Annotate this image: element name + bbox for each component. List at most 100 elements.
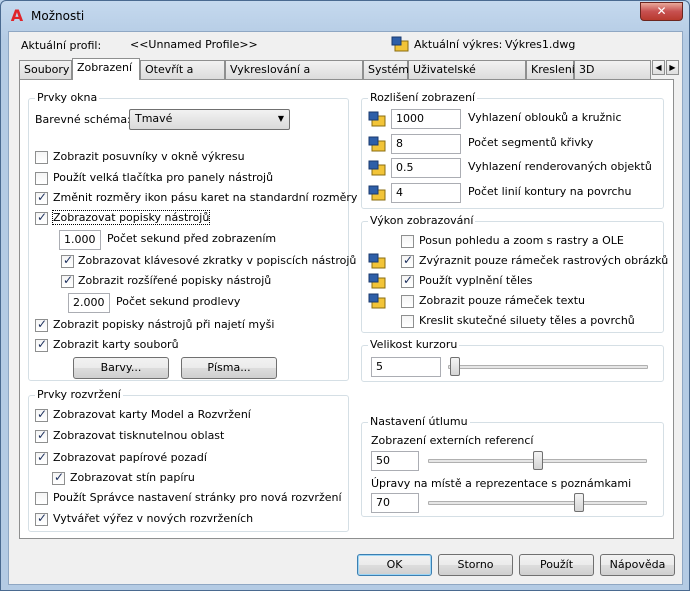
show-scrollbars-checkbox[interactable] <box>35 151 48 164</box>
xref-fade-slider-thumb[interactable] <box>532 451 543 470</box>
annotation-fade-slider-track[interactable] <box>428 501 647 505</box>
color-scheme-label: Barevné schéma: <box>35 113 131 126</box>
paper-shadow-checkbox[interactable] <box>52 470 65 485</box>
solid-fill-label[interactable]: Použít vyplnění těles <box>419 274 533 287</box>
help-button[interactable]: Nápověda <box>600 554 675 576</box>
ok-button[interactable]: OK <box>357 554 432 576</box>
highlight-raster-frame-label[interactable]: Zvýraznit pouze rámeček rastrových obráz… <box>419 254 668 267</box>
annotation-fade-input[interactable]: 70 <box>371 493 419 513</box>
tab-system[interactable]: Systém <box>363 60 409 79</box>
tab-files[interactable]: Soubory <box>19 60 72 79</box>
drawing-setting-icon <box>368 253 386 269</box>
shortcut-keys-in-tooltips-label[interactable]: Zobrazovat klávesové zkratky v popiscích… <box>78 254 356 267</box>
chevron-down-icon: ▼ <box>277 114 284 123</box>
current-profile-label: Aktuální profil: <box>21 39 102 52</box>
paper-shadow-label[interactable]: Zobrazovat stín papíru <box>70 471 195 484</box>
xref-fade-label: Zobrazení externích referencí <box>371 434 534 447</box>
current-drawing-value: Výkres1.dwg <box>505 38 576 51</box>
extended-tooltip-delay-label: Počet sekund prodlevy <box>116 295 241 308</box>
true-silhouettes-label[interactable]: Kreslit skutečné siluety těles a povrchů <box>419 314 635 327</box>
display-resolution-title: Rozlišení zobrazení <box>368 91 478 104</box>
text-boundary-frame-checkbox[interactable] <box>401 295 414 308</box>
solid-fill-checkbox[interactable] <box>401 273 414 288</box>
tab-3d-modeling[interactable]: 3D modelování <box>574 60 651 79</box>
options-dialog: A Možnosti ✕ Aktuální profil: <<Unnamed … <box>0 0 690 591</box>
xref-fade-input[interactable]: 50 <box>371 451 419 471</box>
tab-open-save[interactable]: Otevřít a uložit <box>140 60 225 93</box>
tab-plot-publish[interactable]: Vykreslování a publikování <box>225 60 363 93</box>
drawing-file-icon <box>391 36 409 52</box>
tooltip-delay-input[interactable]: 1.000 <box>59 230 101 250</box>
display-tab-panel: Prvky okna Barevné schéma: Tmavé ▼ Zobra… <box>19 79 674 539</box>
crosshair-size-input[interactable]: 5 <box>371 357 441 377</box>
close-button[interactable]: ✕ <box>640 2 683 21</box>
page-setup-manager-label[interactable]: Použít Správce nastavení stránky pro nov… <box>53 491 342 504</box>
layout-elements-group: Prvky rozvržení Zobrazovat karty Model a… <box>28 388 349 532</box>
polyline-segments-input[interactable]: 8 <box>391 134 461 154</box>
large-toolbar-buttons-label[interactable]: Použít velká tlačítka pro panely nástroj… <box>53 171 273 184</box>
create-viewport-label[interactable]: Vytvářet výřez v nových rozvrženích <box>53 512 253 525</box>
title-bar[interactable]: A Možnosti ✕ <box>1 1 689 31</box>
rollover-tooltips-checkbox[interactable] <box>35 317 48 332</box>
tab-scroll-left-icon[interactable]: ◀ <box>652 60 665 75</box>
printable-area-checkbox[interactable] <box>35 428 48 443</box>
pan-zoom-raster-checkbox[interactable] <box>401 235 414 248</box>
crosshair-size-title: Velikost kurzoru <box>368 338 460 351</box>
extended-tooltips-checkbox[interactable] <box>61 273 74 288</box>
rendered-smoothness-input[interactable]: 0.5 <box>391 158 461 178</box>
large-toolbar-buttons-checkbox[interactable] <box>35 172 48 185</box>
file-tabs-checkbox[interactable] <box>35 337 48 352</box>
resize-ribbon-icons-label[interactable]: Změnit rozměry ikon pásu karet na standa… <box>53 191 357 204</box>
drawing-setting-icon <box>368 111 386 127</box>
crosshair-size-group: Velikost kurzoru 5 <box>361 338 664 382</box>
annotation-fade-label: Úpravy na místě a reprezentace s poznámk… <box>371 477 632 490</box>
color-scheme-select[interactable]: Tmavé ▼ <box>129 109 290 130</box>
contour-lines-input[interactable]: 4 <box>391 183 461 203</box>
tab-display[interactable]: Zobrazení <box>72 58 140 80</box>
crosshair-size-slider-track[interactable] <box>448 365 648 369</box>
show-tooltips-checkbox[interactable] <box>35 210 48 225</box>
dialog-client-area: Aktuální profil: <<Unnamed Profile>> Akt… <box>8 31 683 585</box>
arc-smoothness-input[interactable]: 1000 <box>391 109 461 129</box>
window-elements-group: Prvky okna Barevné schéma: Tmavé ▼ Zobra… <box>28 91 357 381</box>
fade-control-title: Nastavení útlumu <box>368 415 470 428</box>
pan-zoom-raster-label[interactable]: Posun pohledu a zoom s rastry a OLE <box>419 234 624 247</box>
cancel-button[interactable]: Storno <box>438 554 513 576</box>
paper-background-label[interactable]: Zobrazovat papírové pozadí <box>53 451 207 464</box>
file-tabs-label[interactable]: Zobrazit karty souborů <box>53 338 179 351</box>
highlight-raster-frame-checkbox[interactable] <box>401 253 414 268</box>
rendered-smoothness-label: Vyhlazení renderovaných objektů <box>468 160 652 173</box>
tooltip-delay-label: Počet sekund před zobrazením <box>107 232 277 245</box>
apply-button[interactable]: Použít <box>519 554 594 576</box>
tab-drafting[interactable]: Kreslení <box>526 60 575 79</box>
show-tooltips-label[interactable]: Zobrazovat popisky nástrojů <box>51 210 211 225</box>
create-viewport-checkbox[interactable] <box>35 511 48 526</box>
rollover-tooltips-label[interactable]: Zobrazit popisky nástrojů při najetí myš… <box>53 318 274 331</box>
contour-lines-label: Počet linií kontury na povrchu <box>468 185 632 198</box>
model-layout-tabs-checkbox[interactable] <box>35 407 48 422</box>
printable-area-label[interactable]: Zobrazovat tisknutelnou oblast <box>53 429 224 442</box>
text-boundary-frame-label[interactable]: Zobrazit pouze rámeček textu <box>419 294 585 307</box>
page-setup-manager-checkbox[interactable] <box>35 492 48 505</box>
drawing-setting-icon <box>368 136 386 152</box>
tab-scroll-right-icon[interactable]: ▶ <box>666 60 679 75</box>
model-layout-tabs-label[interactable]: Zobrazovat karty Model a Rozvržení <box>53 408 251 421</box>
colors-button[interactable]: Barvy... <box>73 357 169 379</box>
crosshair-size-slider-thumb[interactable] <box>449 357 460 376</box>
annotation-fade-slider-thumb[interactable] <box>574 493 585 512</box>
resize-ribbon-icons-checkbox[interactable] <box>35 190 48 205</box>
show-scrollbars-label[interactable]: Zobrazit posuvníky v okně výkresu <box>53 150 245 163</box>
arc-smoothness-label: Vyhlazení oblouků a kružnic <box>468 111 622 124</box>
window-elements-title: Prvky okna <box>35 91 100 104</box>
extended-tooltip-delay-input[interactable]: 2.000 <box>68 293 110 313</box>
window-title: Možnosti <box>31 9 85 23</box>
extended-tooltips-label[interactable]: Zobrazit rozšířené popisky nástrojů <box>78 274 271 287</box>
tab-user-preferences[interactable]: Uživatelské nastavení <box>408 60 526 93</box>
shortcut-keys-in-tooltips-checkbox[interactable] <box>61 253 74 268</box>
true-silhouettes-checkbox[interactable] <box>401 315 414 328</box>
layout-elements-title: Prvky rozvržení <box>35 388 123 401</box>
fonts-button[interactable]: Písma... <box>181 357 277 379</box>
autocad-logo-icon: A <box>10 6 24 25</box>
color-scheme-value: Tmavé <box>135 112 173 125</box>
paper-background-checkbox[interactable] <box>35 450 48 465</box>
